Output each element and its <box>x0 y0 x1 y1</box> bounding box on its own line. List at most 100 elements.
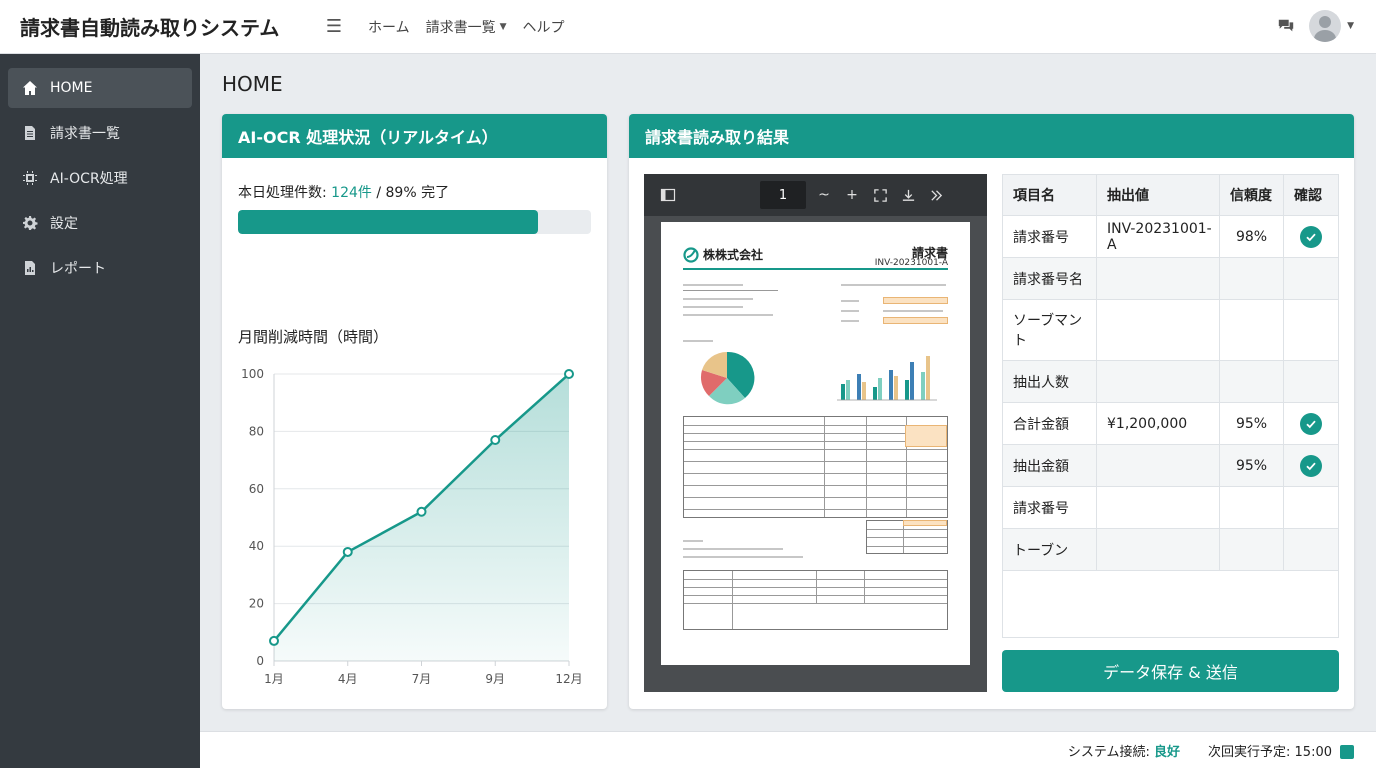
avatar[interactable] <box>1309 10 1342 42</box>
company-logo-icon <box>683 246 699 263</box>
page-number-input[interactable]: 1 <box>760 181 806 209</box>
sidebar-item-label: HOME <box>50 80 93 96</box>
check-circle-icon[interactable] <box>1300 454 1322 477</box>
cell-item: ソーブマント <box>1002 299 1097 361</box>
cell-confidence <box>1219 257 1284 300</box>
cell-confidence: 95% <box>1219 402 1284 445</box>
x-tick-label: 9月 <box>485 672 505 686</box>
sidebar-item-settings[interactable]: 設定 <box>8 203 192 243</box>
cell-item: 合計金額 <box>1002 402 1097 445</box>
document-bank-table <box>683 570 948 630</box>
cell-confidence <box>1219 486 1284 529</box>
table-row: 請求番号 <box>1002 486 1339 529</box>
progress-bar <box>238 210 591 234</box>
ocr-status-card: AI-OCR 処理状況（リアルタイム） 本日処理件数: 124件 / 89% 完… <box>222 114 607 709</box>
cell-confidence: 98% <box>1219 215 1284 258</box>
document-text-line <box>683 340 713 342</box>
y-tick-label: 40 <box>249 539 264 553</box>
zoom-in-button[interactable]: + <box>838 181 866 209</box>
document-text-line <box>683 284 743 286</box>
cell-value: INV-20231001-A <box>1096 215 1220 258</box>
y-tick-label: 100 <box>241 367 264 381</box>
sidebar-item-home[interactable]: HOME <box>8 68 192 108</box>
sidebar-toggle-icon[interactable] <box>654 181 682 209</box>
nav-help[interactable]: ヘルプ <box>523 17 565 37</box>
processed-count-label: 本日処理件数: <box>238 185 332 201</box>
processed-count: 本日処理件数: 124件 / 89% 完了 <box>238 182 449 202</box>
cell-value <box>1096 360 1220 403</box>
pdf-toolbar: 1 ~ + <box>644 174 987 216</box>
x-tick-label: 7月 <box>412 672 432 686</box>
cell-item: 請求番号 <box>1002 215 1097 258</box>
home-icon <box>22 80 38 96</box>
status-footer: システム接続: 良好 次回実行予定: 15:00 <box>200 731 1376 768</box>
sidebar-item-label: 設定 <box>50 216 78 232</box>
nav-invoice-list[interactable]: 請求書一覧 ▼ <box>426 17 507 37</box>
document-highlight <box>903 520 947 526</box>
column-header-item: 項目名 <box>1002 174 1097 216</box>
sidebar-item-ai-ocr[interactable]: AI-OCR処理 <box>8 158 192 198</box>
table-empty-area <box>1002 571 1339 638</box>
data-point <box>416 506 427 517</box>
top-bar: 請求書自動読み取りシステム ☰ ホーム 請求書一覧 ▼ ヘルプ ▼ <box>0 0 1376 54</box>
nav-home-label: ホーム <box>368 19 410 36</box>
chevron-down-icon: ▼ <box>499 21 507 32</box>
sidebar-item-label: レポート <box>50 261 106 277</box>
column-header-check: 確認 <box>1283 174 1339 216</box>
sidebar-item-report[interactable]: レポート <box>8 248 192 288</box>
document-invoice-number: INV-20231001-A <box>874 258 948 268</box>
cell-value <box>1096 486 1220 529</box>
document-highlight <box>883 297 948 304</box>
extraction-results-table: 項目名 抽出値 信頼度 確認 請求番号 INV-20231001-A 98% 請求番号… <box>1002 174 1339 571</box>
chip-icon <box>22 170 38 186</box>
cell-item: 請求番号名 <box>1002 257 1097 300</box>
nav-home[interactable]: ホーム <box>368 17 410 37</box>
document-text-line <box>683 548 783 550</box>
sidebar-item-label: AI-OCR処理 <box>50 171 128 187</box>
document-text-line <box>883 310 943 312</box>
table-row: 抽出金額 95% <box>1002 444 1339 487</box>
cell-check[interactable] <box>1283 215 1339 258</box>
document-text-line <box>841 284 946 286</box>
document-text-line <box>841 320 859 322</box>
cell-check[interactable] <box>1283 444 1339 487</box>
hamburger-menu-icon[interactable]: ☰ <box>316 16 352 37</box>
time-savings-chart: 0 20 40 60 80 100 1月 4月 7月 9月 12月 <box>241 367 583 686</box>
save-and-send-button[interactable]: データ保存 & 送信 <box>1002 650 1339 692</box>
column-header-value: 抽出値 <box>1096 174 1220 216</box>
table-row: 請求番号 INV-20231001-A 98% <box>1002 215 1339 258</box>
company-logo: 株株式会社 <box>683 246 763 263</box>
series-area <box>274 374 569 661</box>
avatar-chevron-down-icon[interactable]: ▼ <box>1347 21 1354 31</box>
ocr-status-header: AI-OCR 処理状況（リアルタイム） <box>222 114 607 158</box>
y-tick-label: 20 <box>249 597 264 611</box>
document-text-line <box>683 306 743 308</box>
data-point <box>342 546 353 557</box>
company-name: 株株式会社 <box>703 248 764 262</box>
cell-confidence: 95% <box>1219 444 1284 487</box>
more-chevrons-icon[interactable] <box>922 181 950 209</box>
zoom-out-button[interactable]: ~ <box>810 181 838 209</box>
nav-help-label: ヘルプ <box>522 19 565 36</box>
chat-icon[interactable] <box>1277 17 1295 35</box>
cell-item: 抽出人数 <box>1002 360 1097 403</box>
next-run: 次回実行予定: 15:00 <box>1208 741 1354 760</box>
table-row: 合計金額 ¥1,200,000 95% <box>1002 402 1339 445</box>
check-circle-icon[interactable] <box>1300 412 1322 435</box>
document-icon <box>22 125 38 141</box>
cell-check <box>1283 528 1339 571</box>
download-icon[interactable] <box>894 181 922 209</box>
gear-icon <box>22 215 38 231</box>
fullscreen-icon[interactable] <box>866 181 894 209</box>
sidebar-item-invoice-list[interactable]: 請求書一覧 <box>8 113 192 153</box>
sidebar-item-label: 請求書一覧 <box>50 126 120 142</box>
x-tick-label: 4月 <box>338 672 358 686</box>
sidebar: HOME 請求書一覧 AI-OCR処理 設定 レポート <box>0 54 200 768</box>
table-row: 抽出人数 <box>1002 360 1339 403</box>
cell-value <box>1096 528 1220 571</box>
cell-check[interactable] <box>1283 402 1339 445</box>
document-text-line <box>683 314 773 316</box>
check-circle-icon[interactable] <box>1300 225 1322 248</box>
cell-value <box>1096 444 1220 487</box>
results-header: 請求書読み取り結果 <box>629 114 1354 158</box>
